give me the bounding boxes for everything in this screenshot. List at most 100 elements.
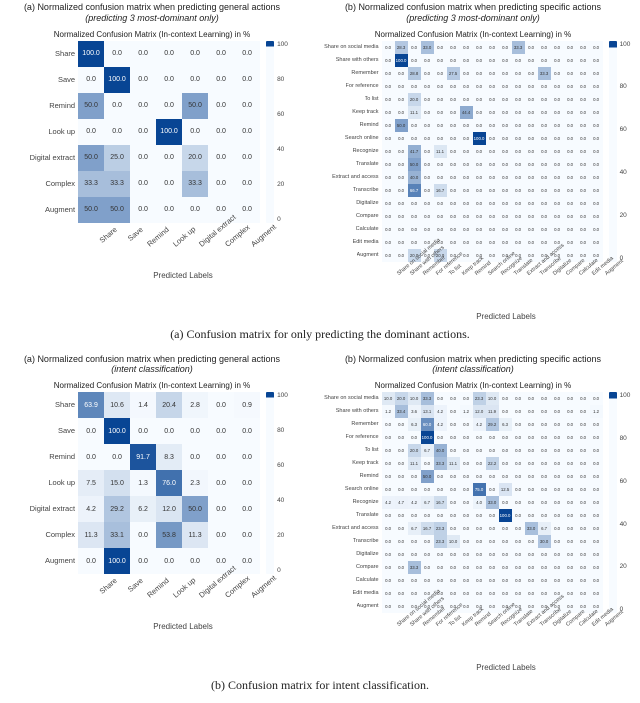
- heatmap-cell: 6.7: [421, 496, 434, 509]
- heatmap-cell: 0.0: [590, 418, 603, 431]
- heatmap-cell: 0.0: [382, 418, 395, 431]
- heatmap-cell: 0.0: [590, 535, 603, 548]
- colorbar-tick: 80: [620, 83, 631, 90]
- heatmap-cell: 30.0: [538, 535, 551, 548]
- heatmap-cell: 0.0: [434, 574, 447, 587]
- heatmap-cell: 0.0: [434, 509, 447, 522]
- heatmap-cell: 11.3: [182, 522, 208, 548]
- heatmap-cell: 0.0: [447, 54, 460, 67]
- heatmap-cell: 0.0: [460, 431, 473, 444]
- y-tick-label: Remember: [351, 67, 378, 80]
- heatmap-cell: 0.0: [382, 431, 395, 444]
- heatmap-cell: 4.0: [473, 496, 486, 509]
- heatmap-cell: 0.0: [395, 522, 408, 535]
- heatmap-cell: 0.0: [512, 431, 525, 444]
- heatmap-cell: 29.2: [104, 496, 130, 522]
- heatmap-cell: 0.0: [512, 470, 525, 483]
- heatmap-cell: 2.8: [182, 392, 208, 418]
- y-tick-label: Edit media: [353, 236, 379, 249]
- heatmap-cell: 0.0: [156, 41, 182, 67]
- heatmap-cell: 11.1: [408, 106, 421, 119]
- heatmap-cell: 0.0: [447, 418, 460, 431]
- heatmap-cell: 0.0: [473, 444, 486, 457]
- heatmap-cell: 0.0: [382, 470, 395, 483]
- heatmap-cell: 0.0: [156, 548, 182, 574]
- colorbar: 100806040200: [609, 41, 631, 262]
- heatmap-cell: 0.0: [551, 470, 564, 483]
- heatmap-cell: 0.0: [434, 470, 447, 483]
- heatmap-cell: 0.0: [525, 470, 538, 483]
- heatmap-cell: 0.0: [512, 444, 525, 457]
- heatmap-cell: 0.0: [564, 535, 577, 548]
- plot-wrap: Share on social mediaShare with othersRe…: [316, 392, 631, 672]
- heatmap-cell: 0.0: [564, 93, 577, 106]
- heatmap-cell: 0.0: [525, 197, 538, 210]
- heatmap-cell: 66.7: [408, 184, 421, 197]
- colorbar-tick: 0: [277, 567, 288, 574]
- heatmap-cell: 0.0: [78, 418, 104, 444]
- heatmap-cell: 13.1: [421, 405, 434, 418]
- heatmap-cell: 0.0: [208, 470, 234, 496]
- heatmap-cell: 0.0: [512, 457, 525, 470]
- heatmap-cell: 0.0: [434, 210, 447, 223]
- heatmap-cell: 0.0: [473, 80, 486, 93]
- heatmap-cell: 0.0: [577, 587, 590, 600]
- heatmap-cell: 0.0: [447, 561, 460, 574]
- heatmap-cell: 0.0: [512, 197, 525, 210]
- heatmap-cell: 0.0: [382, 132, 395, 145]
- heatmap-cell: 0.0: [421, 535, 434, 548]
- heatmap-cell: 0.0: [512, 574, 525, 587]
- heatmap-cell: 3.6: [408, 405, 421, 418]
- heatmap-cell: 1.2: [382, 405, 395, 418]
- heatmap-cell: 0.0: [382, 197, 395, 210]
- heatmap-cell: 0.0: [525, 444, 538, 457]
- heatmap-cell: 0.0: [182, 444, 208, 470]
- heatmap-cell: 0.0: [538, 210, 551, 223]
- heatmap-cell: 0.0: [564, 483, 577, 496]
- heatmap-cell: 0.0: [234, 444, 260, 470]
- heatmap-cell: 25.0: [104, 145, 130, 171]
- heatmap-cell: 0.0: [577, 535, 590, 548]
- heatmap-cell: 0.0: [434, 106, 447, 119]
- heatmap-cell: 0.0: [208, 418, 234, 444]
- heatmap-cell: 0.0: [525, 93, 538, 106]
- y-tick-label: Share: [55, 392, 75, 418]
- heatmap-cell: 0.0: [182, 548, 208, 574]
- panel-bottom-general: (a) Normalized confusion matrix when pre…: [2, 354, 302, 632]
- heatmap-cell: 0.0: [473, 548, 486, 561]
- heatmap-cell: 0.0: [551, 223, 564, 236]
- heatmap-cell: 16.7: [434, 496, 447, 509]
- heatmap-cell: 0.0: [512, 496, 525, 509]
- heatmap-cell: 0.0: [525, 145, 538, 158]
- y-tick-label: For reference: [346, 431, 379, 444]
- heatmap-cell: 0.0: [538, 574, 551, 587]
- heatmap-cell: 0.0: [499, 145, 512, 158]
- heatmap-cell: 0.0: [564, 106, 577, 119]
- heatmap-cell: 0.0: [234, 197, 260, 223]
- heatmap-cell: 50.0: [104, 197, 130, 223]
- heatmap-cell: 0.0: [564, 236, 577, 249]
- heatmap-cell: 50.0: [182, 496, 208, 522]
- heatmap-cell: 33.3: [182, 171, 208, 197]
- y-tick-label: Share on social media: [324, 41, 378, 54]
- colorbar-tick: 100: [620, 41, 631, 48]
- heatmap-cell: 0.0: [538, 80, 551, 93]
- heatmap-cell: 0.0: [130, 418, 156, 444]
- y-tick-label: Complex: [45, 522, 75, 548]
- heatmap-cell: 0.0: [590, 119, 603, 132]
- heatmap-cell: 0.0: [499, 522, 512, 535]
- heatmap-cell: 0.0: [577, 574, 590, 587]
- y-tick-label: Recognize: [353, 496, 379, 509]
- heatmap-cell: 0.0: [564, 496, 577, 509]
- heatmap-cell: 0.0: [395, 561, 408, 574]
- heatmap-cell: 0.0: [538, 184, 551, 197]
- heatmap-cell: 0.0: [577, 223, 590, 236]
- heatmap-cell: 0.0: [525, 561, 538, 574]
- heatmap-cell: 0.0: [551, 210, 564, 223]
- heatmap-cell: 0.0: [130, 41, 156, 67]
- heatmap-cell: 0.0: [382, 236, 395, 249]
- heatmap-cell: 33.3: [78, 171, 104, 197]
- colorbar-tick: 20: [277, 532, 288, 539]
- heatmap-cell: 0.0: [395, 67, 408, 80]
- heatmap-cell: 0.0: [104, 41, 130, 67]
